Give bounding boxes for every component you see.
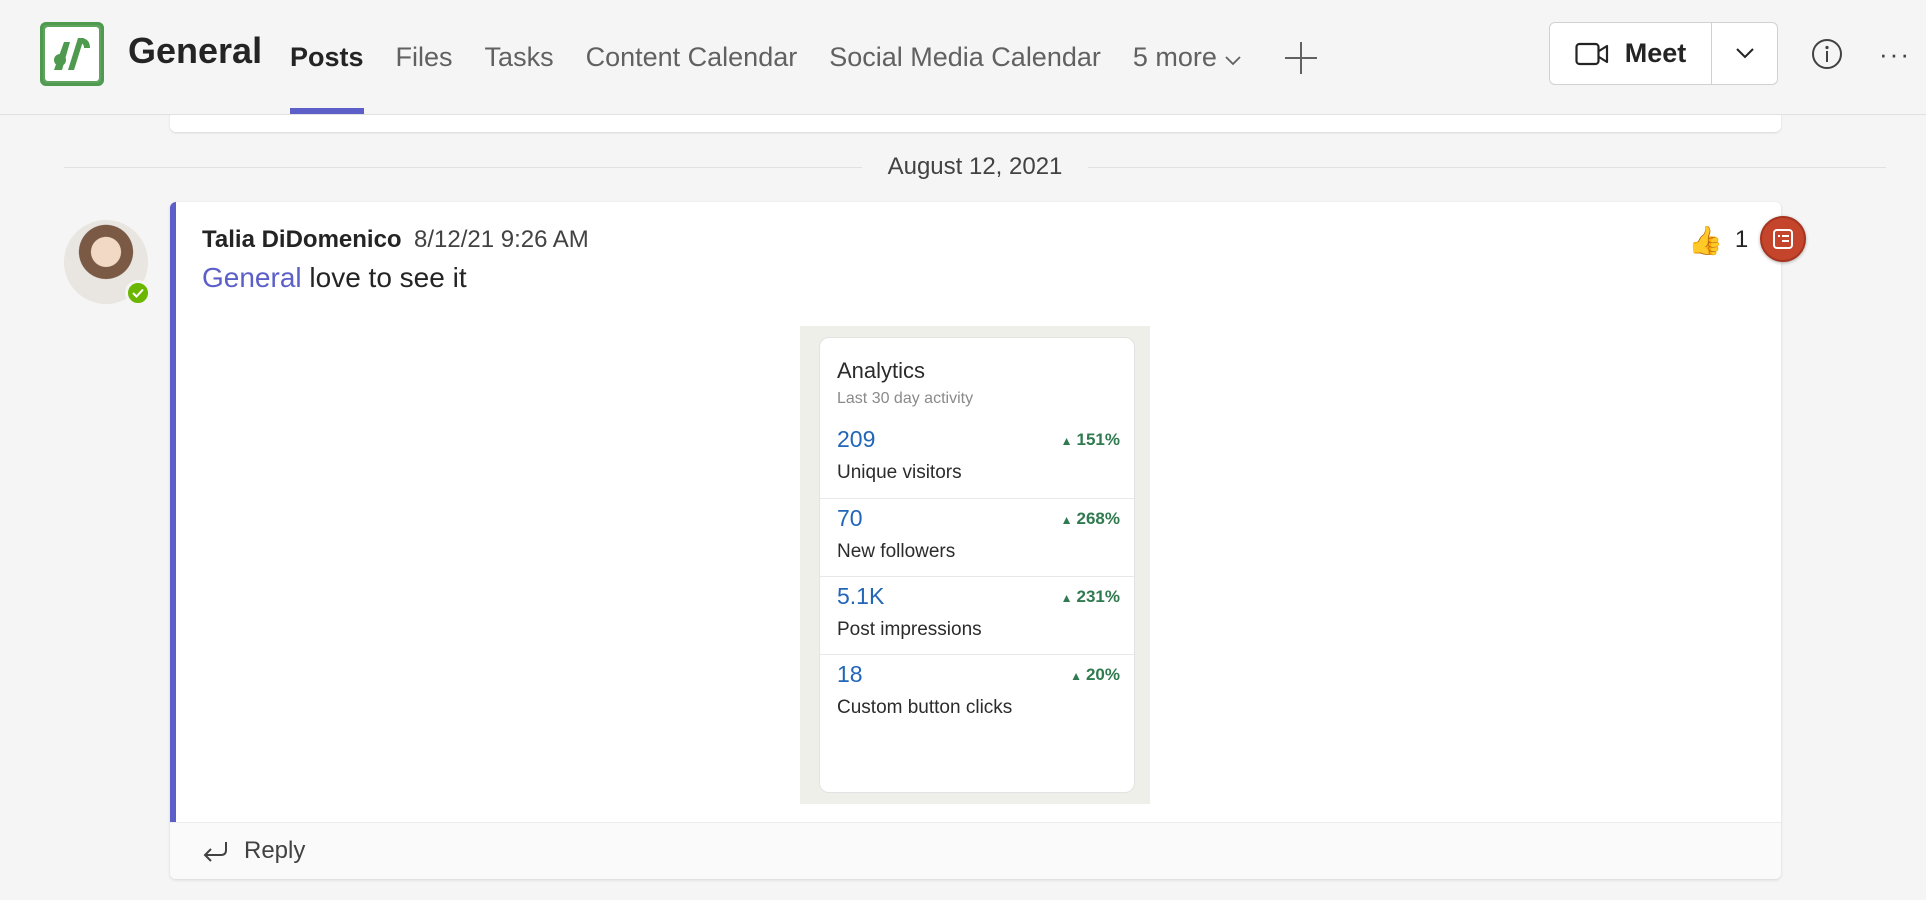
more-tabs-label: 5 more	[1132, 42, 1217, 72]
tab-tasks[interactable]: Tasks	[485, 0, 554, 115]
meet-label: Meet	[1624, 38, 1687, 68]
date-divider: August 12, 2021	[64, 152, 1886, 182]
reply-button[interactable]: Reply	[170, 822, 1781, 879]
team-logo-icon[interactable]	[40, 22, 104, 86]
plus-icon[interactable]	[1281, 38, 1321, 78]
channel-header: General Posts Files Tasks Content Calend…	[0, 0, 1926, 115]
tab-social-media-calendar[interactable]: Social Media Calendar	[829, 0, 1101, 115]
post-timestamp: 8/12/21 9:26 AM	[414, 226, 589, 253]
triangle-up-icon: ▲	[1060, 434, 1073, 448]
metric-label: Post impressions	[837, 619, 982, 640]
triangle-up-icon: ▲	[1070, 669, 1082, 683]
video-camera-icon	[1575, 42, 1608, 65]
loop-component-icon[interactable]	[1760, 216, 1806, 262]
post-card: Talia DiDomenico 8/12/21 9:26 AM General…	[170, 202, 1781, 879]
analytics-card: Analytics Last 30 day activity 209 ▲ 151%…	[819, 337, 1136, 793]
tab-content-calendar[interactable]: Content Calendar	[586, 0, 798, 115]
metric-value: 18	[837, 661, 863, 687]
metric-change: ▲ 268%	[1060, 509, 1120, 528]
metric-change: ▲ 20%	[1070, 665, 1120, 684]
reaction-like[interactable]: 👍 1	[1688, 220, 1748, 260]
triangle-up-icon: ▲	[1060, 513, 1073, 527]
chevron-down-icon	[1225, 42, 1241, 73]
metric-label: New followers	[837, 541, 956, 562]
reply-label: Reply	[244, 837, 306, 864]
post-accent-bar	[170, 202, 176, 822]
metric-value: 209	[837, 426, 876, 452]
channel-mention[interactable]: General	[202, 262, 302, 293]
channel-title: General	[128, 30, 263, 71]
info-icon[interactable]	[1811, 38, 1843, 70]
more-options-icon[interactable]: ···	[1878, 38, 1912, 70]
tab-more[interactable]: 5 more	[1133, 0, 1241, 115]
metric-value: 70	[837, 505, 863, 531]
metric-change: ▲ 231%	[1060, 587, 1120, 606]
meet-button-group: Meet	[1549, 22, 1778, 85]
meet-button[interactable]: Meet	[1550, 23, 1712, 84]
metric-value: 5.1K	[837, 583, 885, 609]
message-text: love to see it	[301, 262, 467, 293]
metric-row: 18 ▲ 20% Custom button clicks	[820, 654, 1136, 750]
attached-image[interactable]: Analytics Last 30 day activity 209 ▲ 151%…	[800, 326, 1150, 804]
tab-bar: Posts Files Tasks Content Calendar Socia…	[290, 0, 1321, 115]
triangle-up-icon: ▲	[1060, 591, 1073, 605]
date-divider-label: August 12, 2021	[887, 153, 1063, 180]
metric-change: ▲ 151%	[1060, 430, 1120, 449]
metric-label: Unique visitors	[837, 462, 962, 483]
presence-available-icon	[125, 280, 151, 306]
metric-label: Custom button clicks	[837, 697, 1013, 718]
reply-arrow-icon	[203, 842, 227, 862]
tab-posts[interactable]: Posts	[290, 0, 364, 115]
post-author[interactable]: Talia DiDomenico	[202, 226, 402, 254]
reaction-count: 1	[1734, 226, 1749, 253]
post-message: General love to see it	[202, 262, 467, 294]
chevron-down-icon	[1735, 48, 1754, 59]
meet-dropdown-button[interactable]	[1712, 23, 1777, 84]
tab-files[interactable]: Files	[396, 0, 453, 115]
analytics-title: Analytics	[837, 358, 926, 383]
thumbs-up-icon: 👍	[1688, 224, 1723, 256]
analytics-subtitle: Last 30 day activity	[837, 390, 974, 407]
